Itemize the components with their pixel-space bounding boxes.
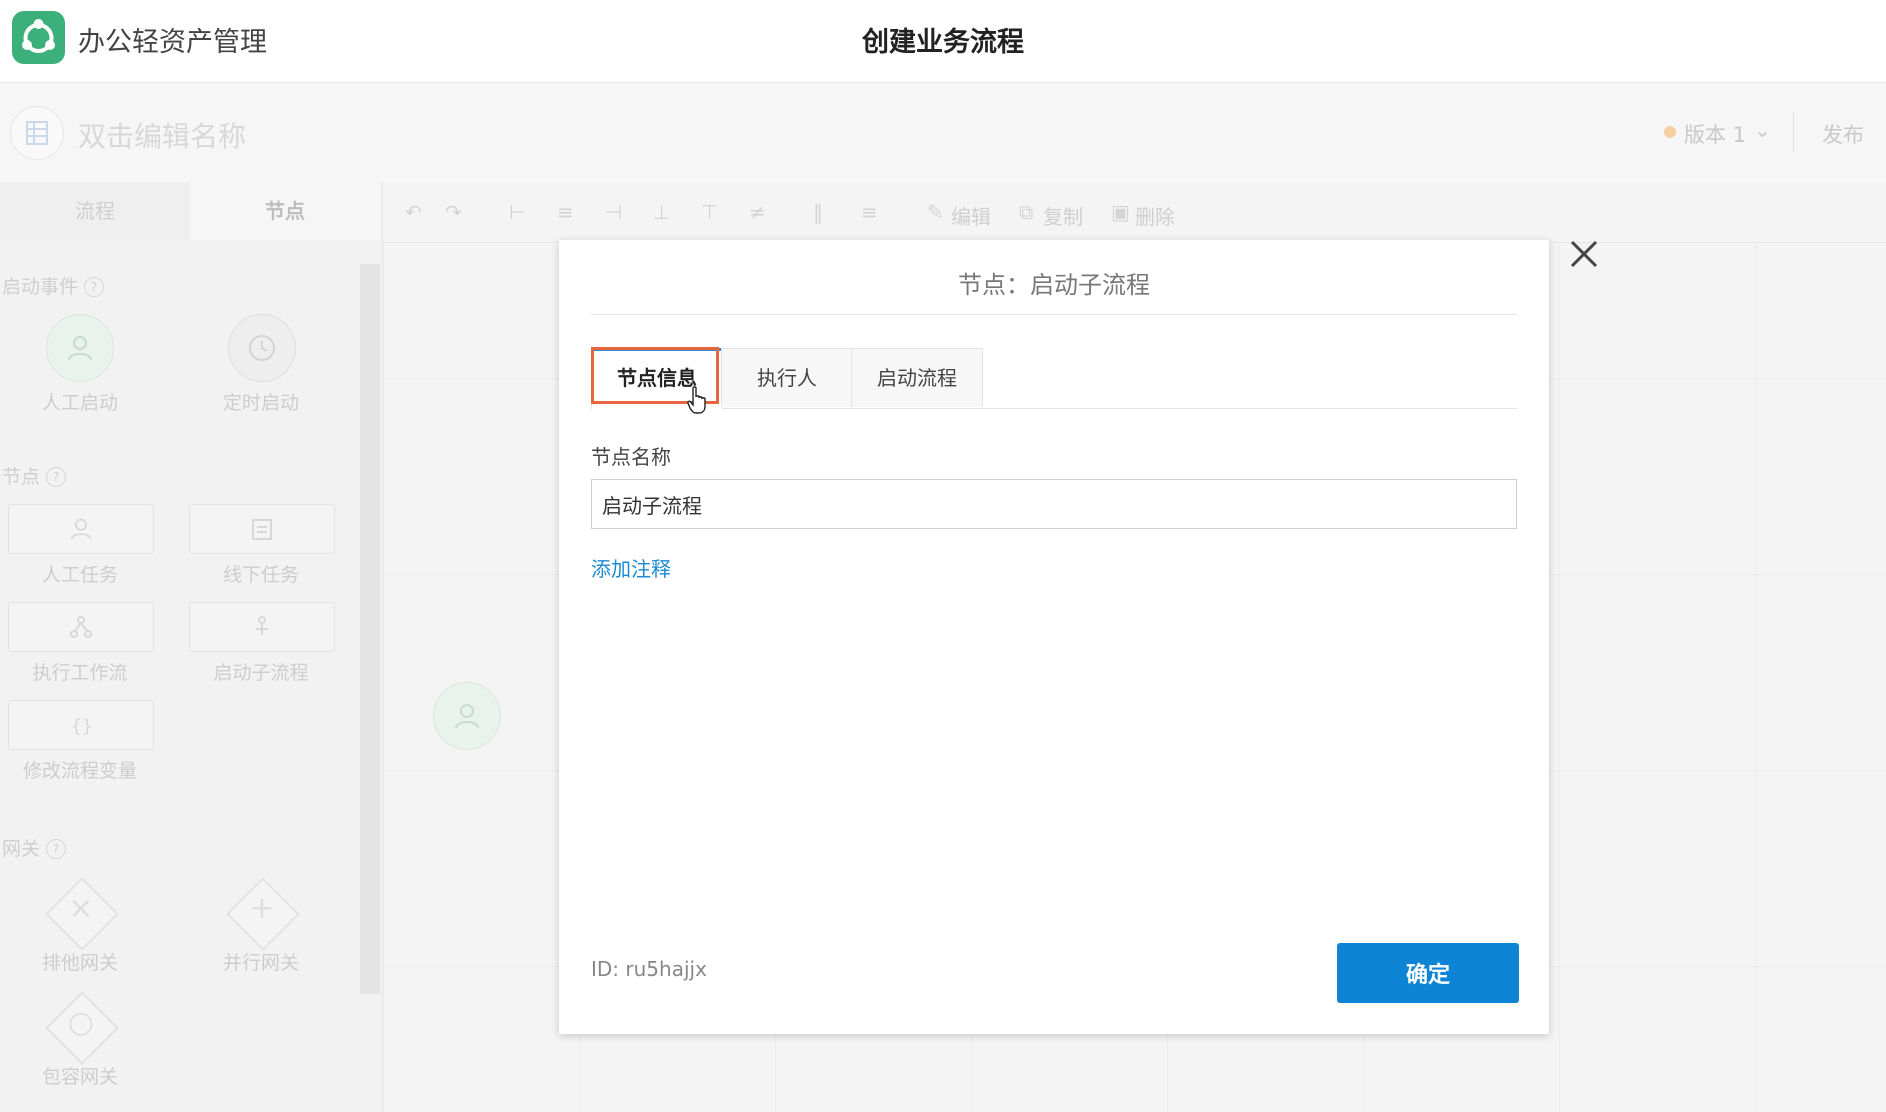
svg-text:{}: {}: [71, 716, 93, 737]
circle-gateway-icon: ○: [67, 1005, 95, 1040]
offline-task-item[interactable]: [189, 504, 335, 554]
help-icon[interactable]: ?: [46, 839, 67, 859]
close-icon[interactable]: [1564, 234, 1604, 274]
divider: [1793, 112, 1794, 152]
workflow-task-label: 执行工作流: [32, 662, 128, 684]
redo-icon[interactable]: ↷: [445, 200, 462, 224]
subprocess-item[interactable]: [189, 602, 335, 652]
editor-header: 双击编辑名称 版本 1 ⌄ 发布: [0, 82, 1886, 182]
copy-button[interactable]: 复制: [1043, 201, 1083, 230]
delete-button[interactable]: 删除: [1135, 201, 1175, 230]
inclusive-gateway-label: 包容网关: [41, 1066, 118, 1088]
undo-icon[interactable]: ↶: [405, 200, 422, 224]
tab-executor[interactable]: 执行人: [721, 348, 853, 407]
divider: [591, 314, 1517, 315]
dialog-tabs: 节点信息 执行人 启动流程: [591, 348, 1517, 409]
manual-task-label: 人工任务: [41, 564, 118, 586]
palette-sidebar: 流程 节点 启动事件? 人工启动 定时启动 节点? 人工任务 线下任务 执行工作…: [0, 182, 383, 1112]
variable-task-label: 修改流程变量: [22, 760, 137, 782]
page-title: 创建业务流程: [862, 27, 1024, 58]
align-center-icon[interactable]: ≡: [557, 200, 574, 224]
section-gateways: 网关?: [2, 834, 67, 861]
section-start-events: 启动事件?: [2, 272, 105, 299]
version-status-dot: [1664, 126, 1676, 138]
workflow-task-item[interactable]: [8, 602, 154, 652]
distribute-horizontal-icon[interactable]: ‖: [813, 200, 823, 224]
node-dialog: 节点：启动子流程 节点信息 执行人 启动流程 节点名称 添加注释 ID: ru5…: [559, 240, 1549, 1034]
distribute-vertical-icon[interactable]: ≡: [861, 200, 878, 224]
flow-table-icon: [10, 106, 64, 160]
variable-task-item[interactable]: {}: [8, 700, 154, 750]
align-middle-icon[interactable]: ≠: [749, 200, 766, 224]
plus-gateway-icon: +: [249, 891, 275, 926]
dialog-title: 节点：启动子流程: [958, 271, 1150, 299]
node-id-text: ID: ru5hajjx: [591, 957, 707, 981]
help-icon[interactable]: ?: [84, 277, 105, 297]
flow-name-placeholder[interactable]: 双击编辑名称: [78, 115, 246, 155]
align-right-icon[interactable]: ⊣: [605, 200, 622, 224]
offline-task-label: 线下任务: [222, 564, 299, 586]
align-left-icon[interactable]: ⊢: [509, 200, 526, 224]
section-nodes: 节点?: [2, 462, 67, 489]
version-label[interactable]: 版本 1: [1684, 119, 1746, 149]
parallel-gateway-label: 并行网关: [222, 952, 299, 974]
edit-icon[interactable]: ✎: [927, 200, 944, 224]
align-bottom-icon[interactable]: ⊥: [653, 200, 670, 224]
sidebar-tabs: 流程 节点: [0, 182, 382, 240]
tab-nodes[interactable]: 节点: [190, 182, 380, 240]
timer-start-label: 定时启动: [222, 392, 299, 414]
confirm-button[interactable]: 确定: [1337, 943, 1519, 1003]
manual-task-item[interactable]: [8, 504, 154, 554]
add-note-link[interactable]: 添加注释: [591, 553, 671, 582]
hand-cursor-icon: [687, 386, 709, 418]
align-top-icon[interactable]: ⊤: [701, 200, 718, 224]
node-name-label: 节点名称: [591, 445, 671, 469]
help-icon[interactable]: ?: [46, 467, 67, 487]
chevron-down-icon[interactable]: ⌄: [1754, 118, 1771, 142]
subprocess-label: 启动子流程: [213, 662, 309, 684]
canvas-start-node[interactable]: [433, 682, 501, 750]
canvas-toolbar: ↶ ↷ ⊢ ≡ ⊣ ⊥ ⊤ ≠ ‖ ≡ ✎ 编辑 ⧉ 复制 ▣ 删除: [383, 182, 1886, 243]
exclusive-gateway-label: 排他网关: [41, 952, 118, 974]
manual-start-label: 人工启动: [41, 392, 118, 414]
app-header: 办公轻资产管理 创建业务流程: [0, 0, 1886, 83]
timer-start-item[interactable]: [228, 314, 296, 382]
trash-icon[interactable]: ▣: [1111, 200, 1130, 224]
manual-start-item[interactable]: [46, 314, 114, 382]
tab-start-process[interactable]: 启动流程: [851, 348, 983, 407]
publish-button[interactable]: 发布: [1822, 119, 1864, 149]
close-gateway-icon: ×: [68, 891, 94, 926]
copy-icon[interactable]: ⧉: [1019, 200, 1033, 224]
node-name-input[interactable]: [591, 479, 1517, 529]
tab-process[interactable]: 流程: [0, 182, 190, 240]
edit-button[interactable]: 编辑: [951, 201, 991, 230]
sidebar-scrollbar[interactable]: [360, 264, 380, 994]
